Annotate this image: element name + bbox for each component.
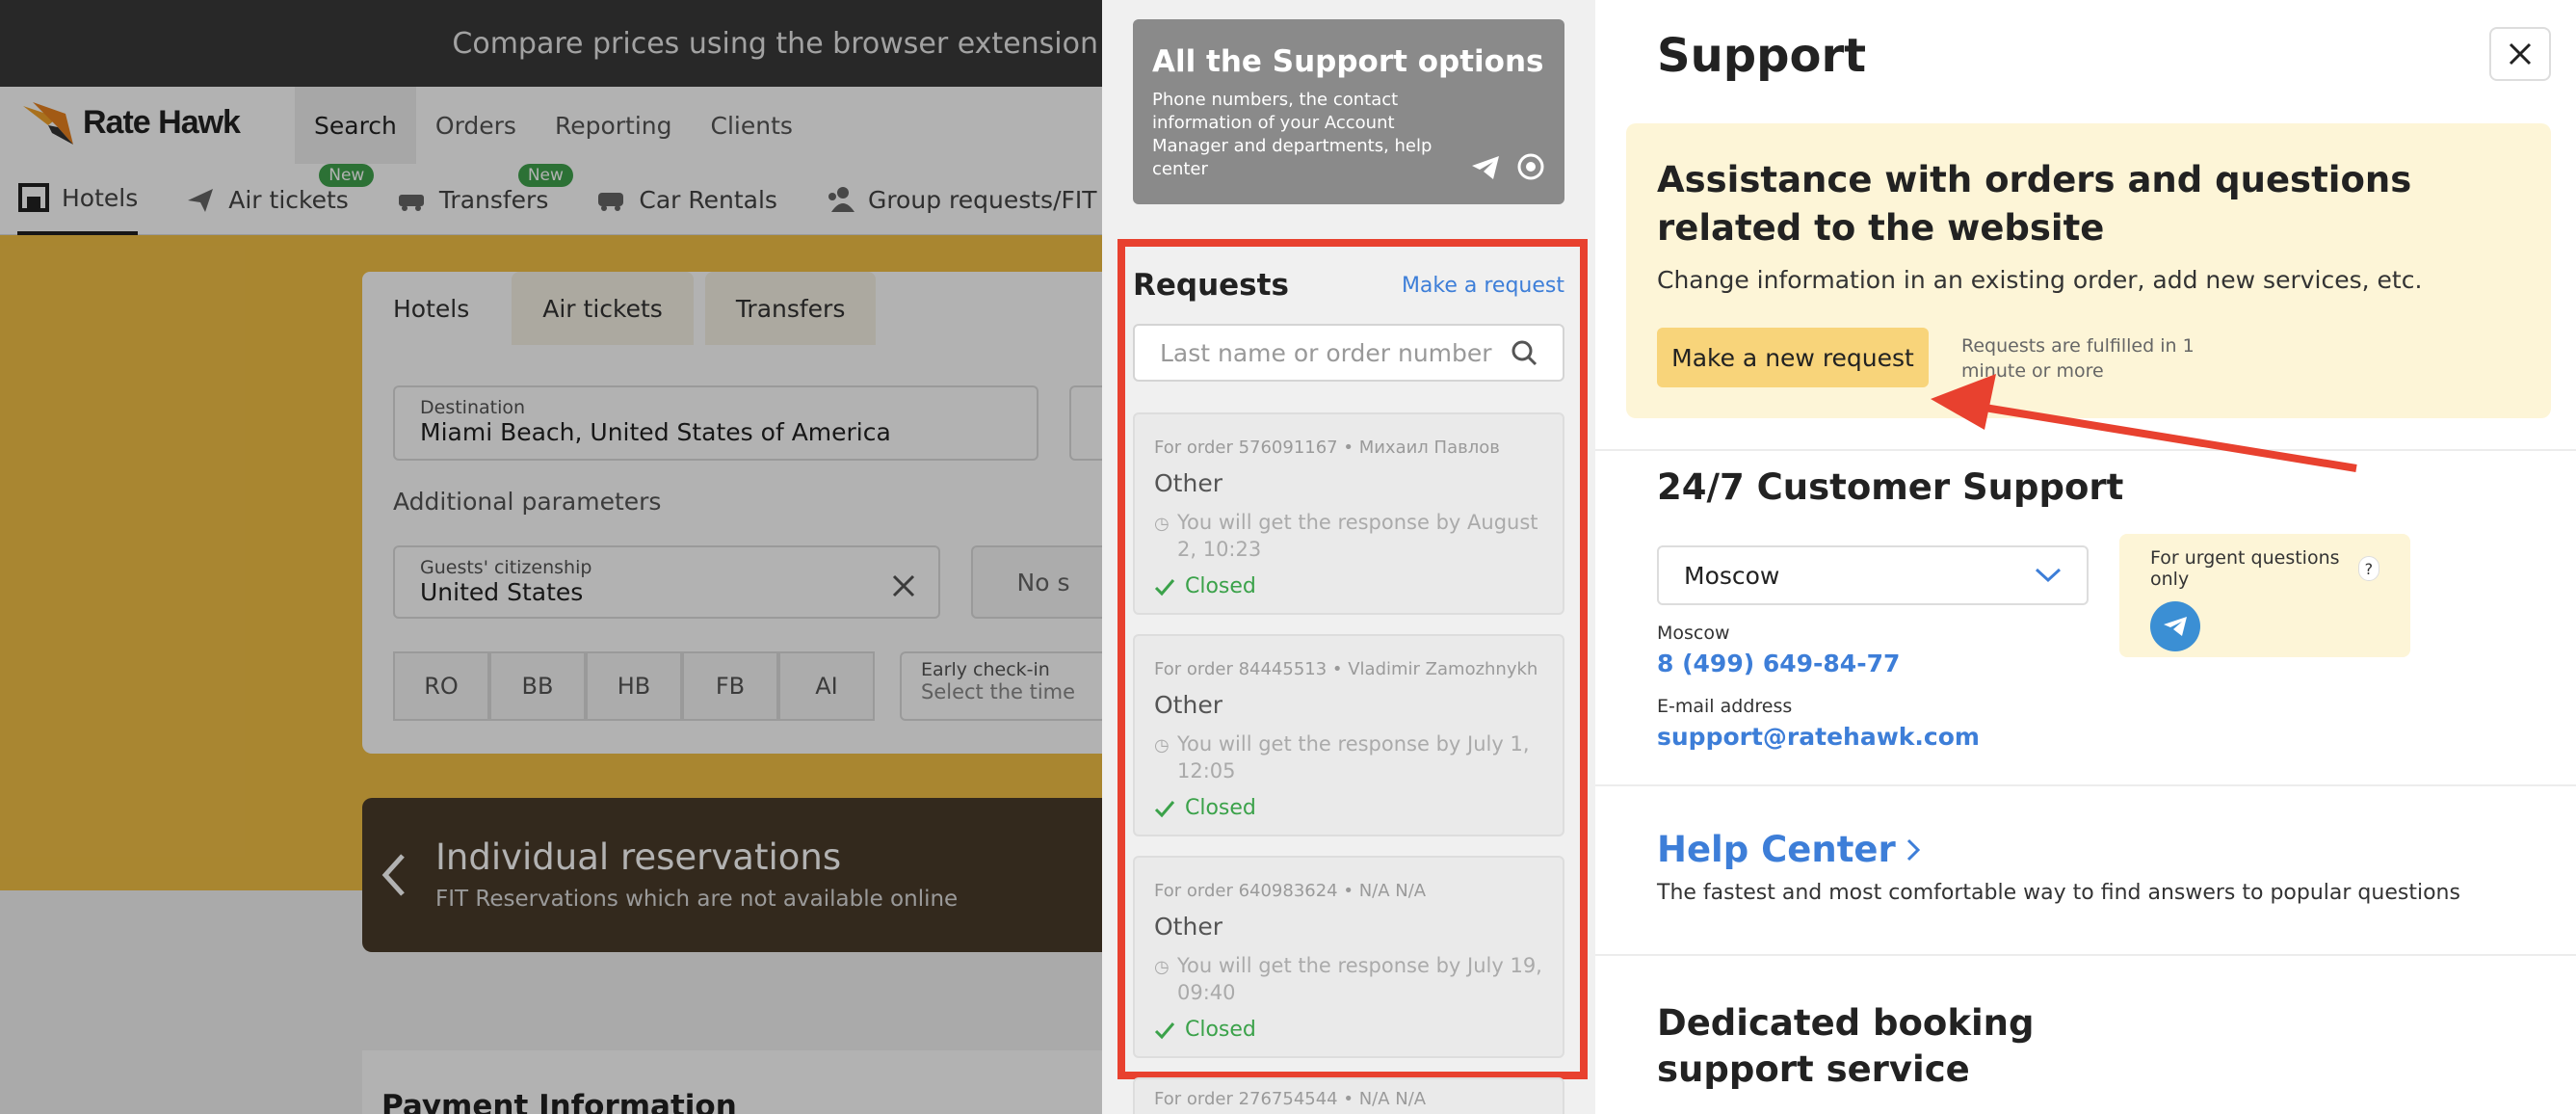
phone-city: Moscow	[1657, 623, 1730, 644]
request-response: ◷ You will get the response by July 19, 0…	[1154, 952, 1543, 1006]
requests-header: Requests Make a request	[1133, 266, 1564, 305]
requests-search-input[interactable]: Last name or order number	[1133, 324, 1564, 382]
email-link[interactable]: support@ratehawk.com	[1657, 723, 1980, 751]
request-status-text: Closed	[1185, 1018, 1256, 1042]
request-order: For order 84445513 • Vladimir Zamozhnykh	[1154, 659, 1538, 679]
request-type: Other	[1154, 691, 1222, 719]
request-status-text: Closed	[1185, 574, 1256, 598]
whatsapp-icon	[1517, 153, 1544, 180]
telegram-icon	[1472, 156, 1499, 179]
chevron-down-icon	[2035, 568, 2062, 583]
assistance-title: Assistance with orders and questions rel…	[1657, 159, 2412, 249]
request-response-text: You will get the response by August 2, 1…	[1177, 511, 1538, 561]
request-status-text: Closed	[1185, 796, 1256, 820]
support-options-card[interactable]: All the Support options Phone numbers, t…	[1133, 19, 1564, 204]
help-center-label: Help Center	[1657, 829, 1896, 870]
request-response: ◷ You will get the response by August 2, …	[1154, 509, 1543, 563]
close-button[interactable]	[2489, 27, 2551, 81]
phone-link[interactable]: 8 (499) 649-84-77	[1657, 650, 1900, 677]
search-icon[interactable]	[1511, 339, 1538, 366]
support-options-desc: Phone numbers, the contact information o…	[1152, 90, 1433, 179]
request-status: Closed	[1154, 796, 1543, 820]
city-select[interactable]: Moscow	[1657, 545, 2089, 605]
telegram-icon	[2164, 617, 2187, 636]
divider	[1595, 954, 2576, 956]
customer-support-title: 24/7 Customer Support	[1657, 466, 2124, 508]
city-selected: Moscow	[1684, 561, 1780, 590]
request-order: For order 276754544 • N/A N/A	[1154, 1089, 1427, 1109]
check-icon	[1154, 1021, 1175, 1039]
modal-overlay[interactable]	[0, 0, 1102, 1114]
urgent-label-row: For urgent questions only?	[2150, 547, 2379, 590]
request-card[interactable]: For order 576091167 • Михаил Павлов Othe…	[1133, 412, 1564, 615]
chevron-right-icon	[1906, 838, 1920, 861]
search-placeholder: Last name or order number	[1160, 338, 1492, 367]
clock-icon: ◷	[1154, 735, 1170, 756]
request-type: Other	[1154, 469, 1222, 497]
make-new-request-button[interactable]: Make a new request	[1657, 328, 1929, 387]
clock-icon: ◷	[1154, 957, 1170, 977]
fulfilled-note: Requests are fulfilled in 1 minute or mo…	[1961, 335, 2195, 382]
telegram-button[interactable]	[2150, 601, 2200, 651]
request-status: Closed	[1154, 1018, 1543, 1042]
make-request-link[interactable]: Make a request	[1402, 274, 1564, 298]
divider	[1595, 449, 2576, 451]
request-response-text: You will get the response by July 1, 12:…	[1177, 732, 1530, 782]
close-icon	[2509, 42, 2532, 66]
email-label: E-mail address	[1657, 696, 1793, 717]
request-response-text: You will get the response by July 19, 09…	[1177, 954, 1542, 1004]
requests-title: Requests	[1133, 268, 1289, 303]
help-center-link[interactable]: Help Center	[1657, 829, 1921, 870]
dedicated-title: Dedicated booking support service	[1657, 1002, 2035, 1090]
urgent-card: For urgent questions only?	[2119, 534, 2410, 657]
urgent-label: For urgent questions only	[2150, 547, 2340, 590]
support-title: Support	[1657, 29, 1867, 83]
check-icon	[1154, 578, 1175, 596]
request-order: For order 640983624 • N/A N/A	[1154, 881, 1427, 901]
assistance-card: Assistance with orders and questions rel…	[1626, 123, 2551, 418]
help-center-sub: The fastest and most comfortable way to …	[1657, 881, 2460, 905]
request-status: Closed	[1154, 574, 1543, 598]
request-card[interactable]: For order 84445513 • Vladimir Zamozhnykh…	[1133, 634, 1564, 836]
check-icon	[1154, 800, 1175, 817]
request-type: Other	[1154, 913, 1222, 941]
request-card[interactable]: For order 640983624 • N/A N/A Other ◷ You…	[1133, 856, 1564, 1058]
help-icon[interactable]: ?	[2357, 556, 2379, 581]
divider	[1595, 784, 2576, 786]
support-options-title: All the Support options	[1152, 44, 1544, 79]
clock-icon: ◷	[1154, 514, 1170, 534]
request-card[interactable]: For order 276754544 • N/A N/A	[1133, 1077, 1564, 1114]
request-order: For order 576091167 • Михаил Павлов	[1154, 438, 1500, 458]
assistance-sub: Change information in an existing order,…	[1657, 266, 2423, 294]
request-response: ◷ You will get the response by July 1, 12…	[1154, 730, 1543, 784]
